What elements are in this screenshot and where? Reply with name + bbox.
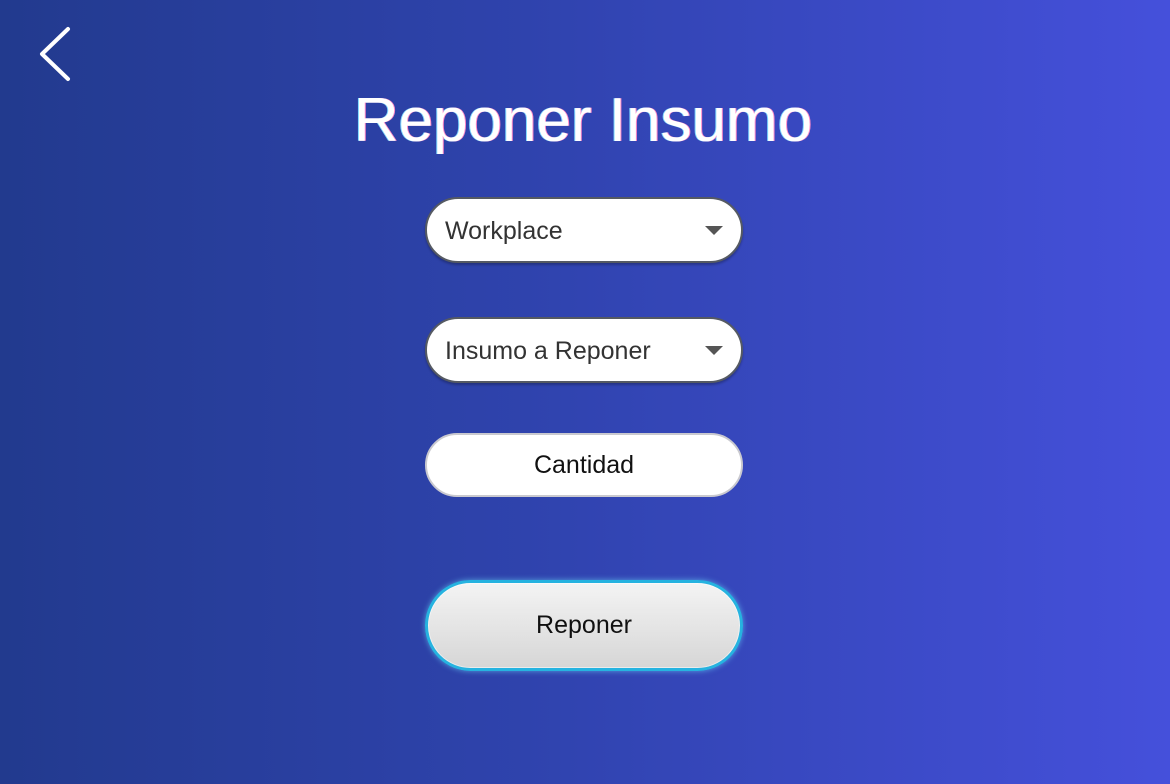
- caret-down-icon: [705, 346, 723, 355]
- chevron-left-icon: [40, 27, 70, 81]
- workplace-select[interactable]: Workplace: [425, 197, 743, 263]
- back-button[interactable]: [30, 24, 80, 84]
- workplace-select-value: Workplace: [445, 217, 563, 245]
- reponer-button[interactable]: Reponer: [425, 580, 743, 671]
- caret-down-icon: [705, 226, 723, 235]
- page-title: Reponer Insumo: [353, 86, 813, 155]
- insumo-select[interactable]: Insumo a Reponer: [425, 317, 743, 383]
- insumo-select-value: Insumo a Reponer: [445, 337, 651, 365]
- cantidad-input[interactable]: Cantidad: [425, 433, 743, 497]
